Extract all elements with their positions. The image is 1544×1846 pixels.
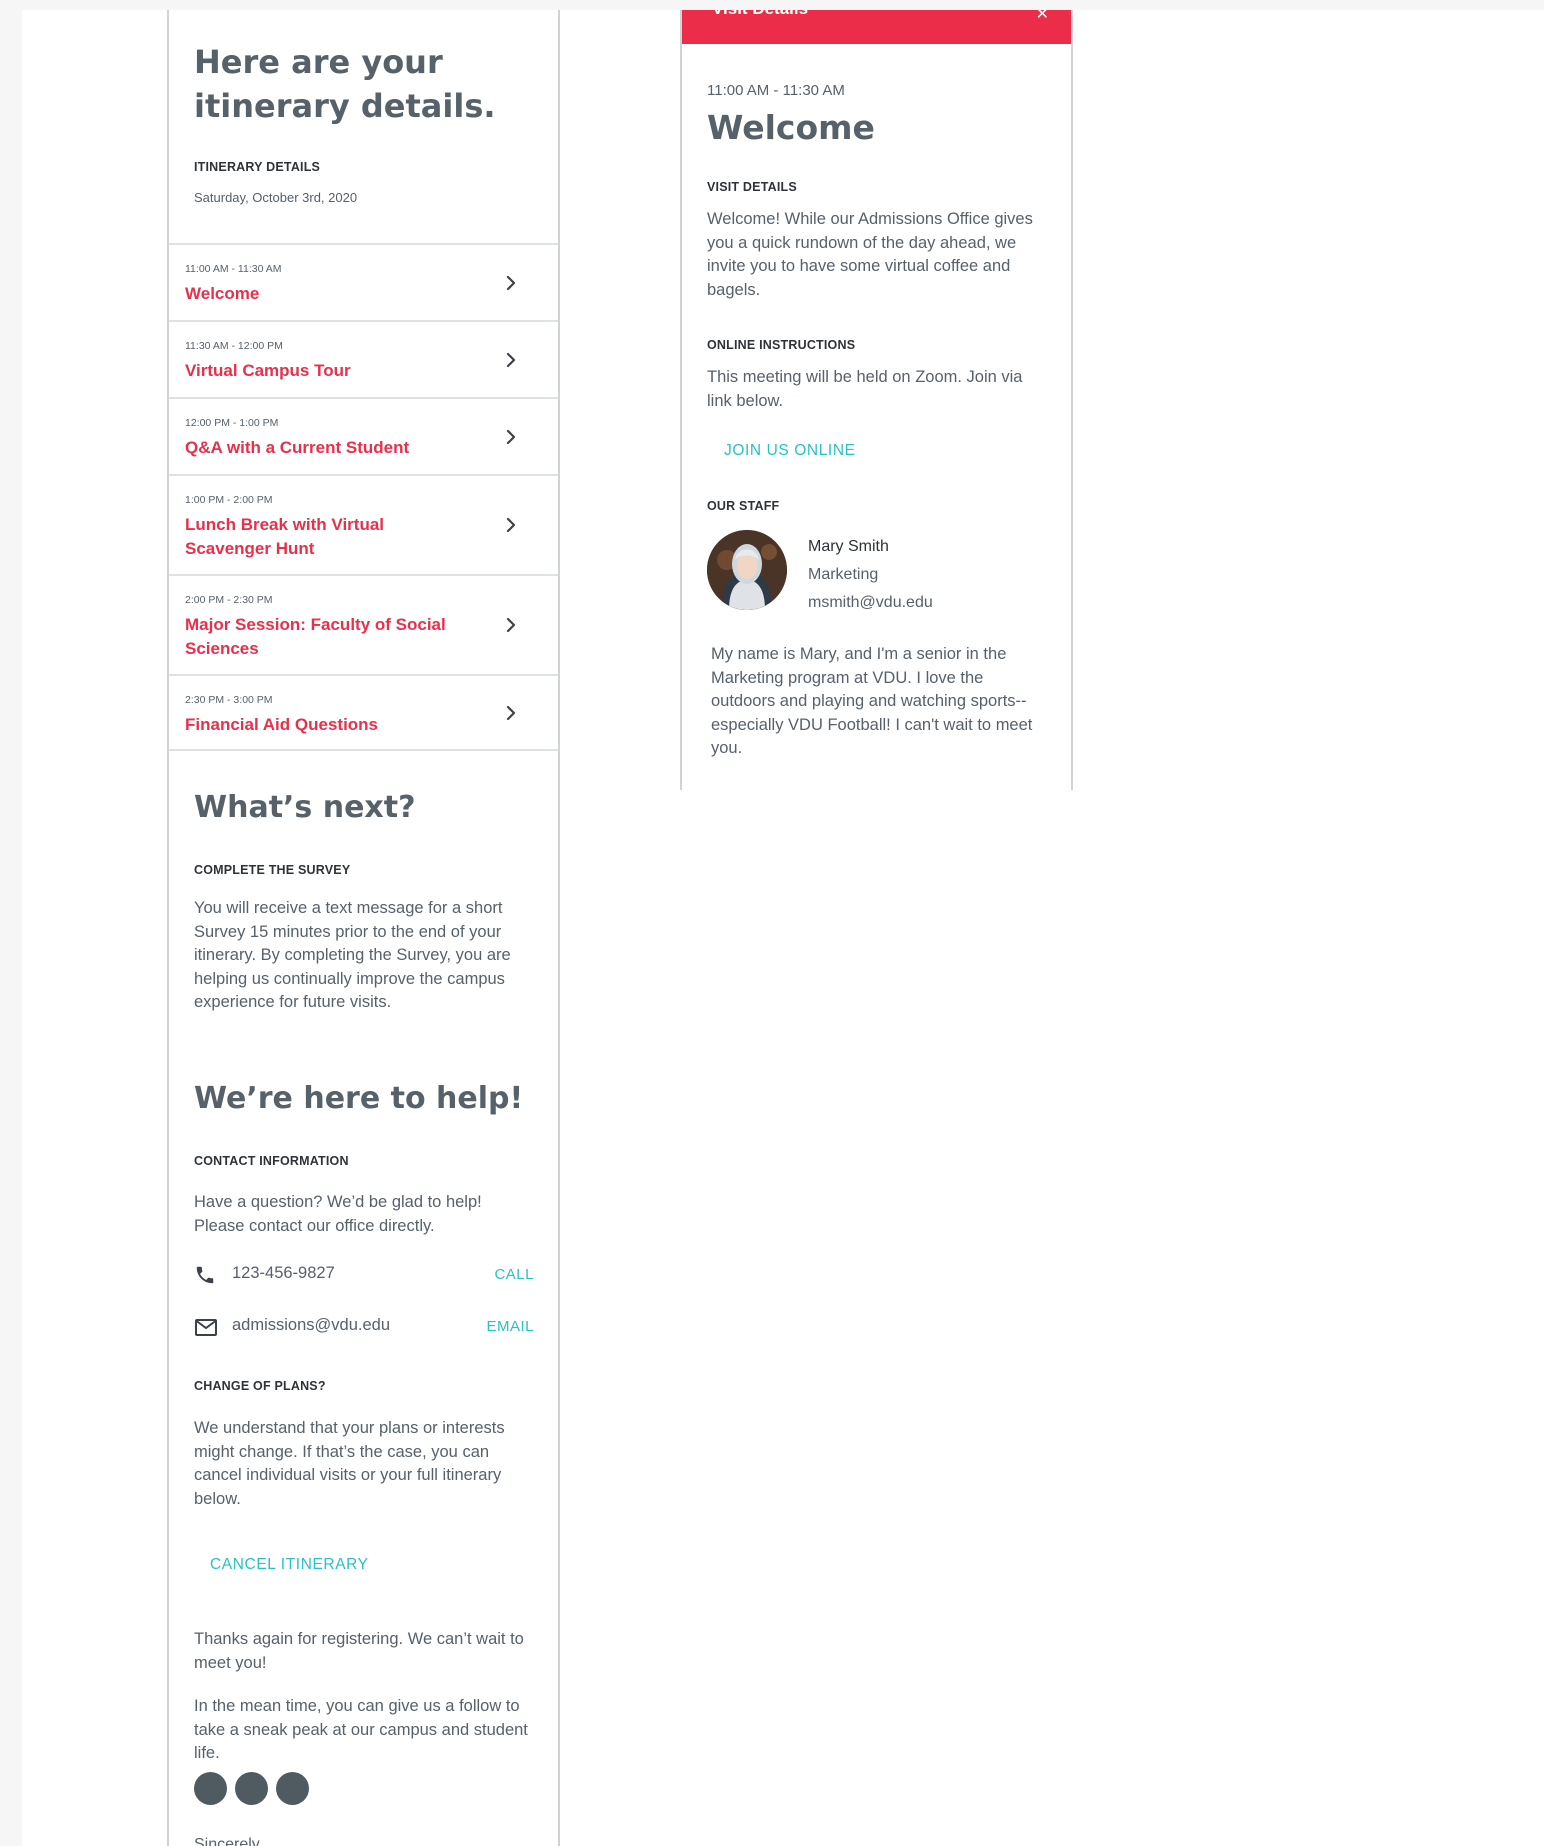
itinerary-item-time: 11:30 AM - 12:00 PM [185,340,283,352]
itinerary-item-title: Virtual Campus Tour [185,361,351,380]
itinerary-item-time: 2:30 PM - 3:00 PM [185,694,273,706]
itinerary-item-qa[interactable]: 12:00 PM - 1:00 PM Q&A with a Current St… [169,397,558,474]
itinerary-item-title: Financial Aid Questions [185,715,379,734]
phone-icon [194,1264,218,1286]
itinerary-panel: Here are your itinerary details. ITINERA… [167,10,560,1846]
itinerary-list: 11:00 AM - 11:30 AM Welcome 11:30 AM - 1… [169,243,558,751]
itinerary-item-title: Major Session: Faculty of Social Science… [185,615,446,658]
itinerary-heading: Here are your itinerary details. [194,43,496,125]
social-links [194,1772,317,1806]
itinerary-details-label: ITINERARY DETAILS [194,160,321,174]
whats-next-heading: What’s next? [194,790,416,825]
itinerary-item-campus-tour[interactable]: 11:30 AM - 12:00 PM Virtual Campus Tour [169,320,558,397]
email-address: admissions@vdu.edu [232,1316,390,1334]
itinerary-item-time: 2:00 PM - 2:30 PM [185,594,273,606]
staff-department: Marketing [808,566,879,583]
close-icon[interactable]: ✕ [1036,10,1049,24]
mail-icon [194,1316,218,1338]
chevron-right-icon [502,616,520,634]
itinerary-item-time: 11:00 AM - 11:30 AM [185,263,282,275]
social-icon-3[interactable] [276,1772,309,1805]
join-online-button[interactable]: JOIN US ONLINE [724,442,856,460]
change-of-plans-text: We understand that your plans or interes… [194,1419,505,1508]
modal-title: Visit Details [712,10,808,19]
visit-heading: Welcome [707,108,875,147]
itinerary-item-title: Q&A with a Current Student [185,438,410,457]
staff-name: Mary Smith [808,538,889,555]
design-canvas: Here are your itinerary details. ITINERA… [22,10,1544,1846]
follow-text: In the mean time, you can give us a foll… [194,1697,528,1762]
survey-text: You will receive a text message for a sh… [194,899,511,1011]
itinerary-item-title: Welcome [185,284,260,303]
social-icon-1[interactable] [194,1772,227,1805]
chevron-right-icon [502,704,520,722]
social-icon-2[interactable] [235,1772,268,1805]
staff-bio: My name is Mary, and I'm a senior in the… [711,645,1033,757]
staff-email: msmith@vdu.edu [808,594,933,611]
itinerary-item-major-session[interactable]: 2:00 PM - 2:30 PM Major Session: Faculty… [169,574,558,674]
email-row: admissions@vdu.edu EMAIL [194,1314,534,1340]
help-heading: We’re here to help! [194,1081,524,1116]
online-instructions-text: This meeting will be held on Zoom. Join … [707,368,1023,410]
visit-details-label: VISIT DETAILS [707,180,797,194]
email-button[interactable]: EMAIL [486,1318,534,1335]
itinerary-item-welcome[interactable]: 11:00 AM - 11:30 AM Welcome [169,243,558,320]
itinerary-item-lunch[interactable]: 1:00 PM - 2:00 PM Lunch Break with Virtu… [169,474,558,574]
sign-off: Sincerely [194,1836,260,1846]
visit-time: 11:00 AM - 11:30 AM [707,82,845,99]
chevron-right-icon [502,274,520,292]
call-button[interactable]: CALL [494,1266,534,1283]
change-of-plans-label: CHANGE OF PLANS? [194,1379,326,1393]
chevron-right-icon [502,351,520,369]
staff-avatar [707,530,787,610]
cancel-itinerary-button[interactable]: CANCEL ITINERARY [210,1556,369,1574]
phone-number: 123-456-9827 [232,1264,335,1282]
our-staff-label: OUR STAFF [707,499,780,513]
itinerary-item-time: 1:00 PM - 2:00 PM [185,494,273,506]
thanks-text: Thanks again for registering. We can’t w… [194,1630,524,1672]
itinerary-item-title: Lunch Break with Virtual Scavenger Hunt [185,515,385,558]
contact-text: Have a question? We’d be glad to help! P… [194,1193,482,1235]
survey-label: COMPLETE THE SURVEY [194,863,351,877]
chevron-right-icon [502,428,520,446]
visit-details-text: Welcome! While our Admissions Office giv… [707,210,1033,299]
chevron-right-icon [502,516,520,534]
visit-details-panel: Visit Details ✕ 11:00 AM - 11:30 AM Welc… [680,10,1073,790]
itinerary-item-time: 12:00 PM - 1:00 PM [185,417,279,429]
online-instructions-label: ONLINE INSTRUCTIONS [707,338,856,352]
itinerary-item-financial-aid[interactable]: 2:30 PM - 3:00 PM Financial Aid Question… [169,674,558,751]
phone-row: 123-456-9827 CALL [194,1262,534,1288]
contact-info-label: CONTACT INFORMATION [194,1154,349,1168]
modal-header: Visit Details ✕ [682,10,1071,44]
itinerary-date: Saturday, October 3rd, 2020 [194,190,358,205]
